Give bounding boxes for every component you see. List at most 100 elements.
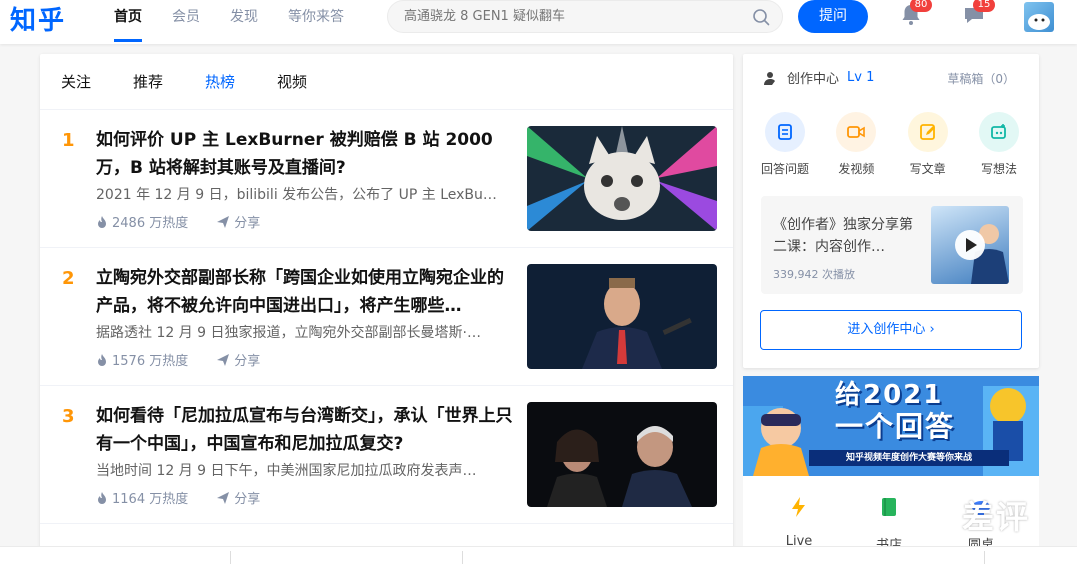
- search-icon[interactable]: [752, 8, 770, 26]
- hot-thumbnail-official[interactable]: [527, 264, 717, 369]
- post-video-button[interactable]: 发视频: [828, 112, 884, 177]
- creator-actions: 回答问题 发视频 写文章 写想法: [757, 112, 1027, 177]
- live-link[interactable]: Live: [769, 496, 829, 549]
- hot-thumbnail-nicaragua[interactable]: [527, 402, 717, 507]
- top-nav-bar: 知乎 首页 会员 发现 等你来答 提问 80 15: [0, 0, 1077, 44]
- tab-hot[interactable]: 热榜: [205, 54, 235, 109]
- answer-question-button[interactable]: 回答问题: [757, 112, 813, 177]
- article-icon: [907, 112, 948, 152]
- messages-button[interactable]: 15: [959, 0, 995, 32]
- creator-center-card: 创作中心 Lv 1 草稿箱（0） 回答问题 发视频 写文章 写想法 《创作者》独…: [743, 54, 1039, 368]
- share-button[interactable]: 分享: [216, 350, 260, 369]
- search-input[interactable]: [404, 1, 744, 32]
- hot-meta: 1164 万热度 分享: [96, 488, 260, 507]
- tab-follow[interactable]: 关注: [61, 54, 91, 109]
- messages-badge: 15: [973, 0, 995, 12]
- action-label: 写想法: [980, 162, 1017, 176]
- hot-title-link[interactable]: 如何评价 UP 主 LexBurner 被判赔偿 B 站 2000 万，B 站将…: [96, 126, 516, 182]
- hot-title-link[interactable]: 立陶宛外交部副部长称「跨国企业如使用立陶宛企业的产品，将不被允许向中国进出口」，…: [96, 264, 516, 320]
- promo-views: 339,942 次播放: [773, 268, 855, 281]
- hot-meta: 2486 万热度 分享: [96, 212, 260, 231]
- bottom-divider: [230, 551, 231, 564]
- cat-meme-image: [527, 126, 717, 231]
- flame-icon: [98, 353, 106, 366]
- nav-waiting[interactable]: 等你来答: [288, 0, 344, 44]
- lightning-icon: [792, 497, 805, 517]
- write-idea-button[interactable]: 写想法: [971, 112, 1027, 177]
- bottom-toolbar: [0, 546, 1077, 564]
- ask-question-button[interactable]: 提问: [798, 0, 868, 33]
- hot-rank: 2: [62, 268, 75, 289]
- enter-creator-center-button[interactable]: 进入创作中心 ›: [760, 310, 1022, 350]
- hot-excerpt: 2021 年 12 月 9 日，bilibili 发布公告，公布了 UP 主 L…: [96, 187, 497, 203]
- answer-icon: [765, 112, 805, 152]
- drafts-link[interactable]: 草稿箱（0）: [947, 70, 1015, 87]
- share-icon: [217, 353, 230, 366]
- heat-indicator: 2486 万热度: [96, 212, 188, 231]
- action-label: 发视频: [838, 162, 875, 176]
- banner-line2: 一个回答: [835, 410, 956, 443]
- hot-feed-card: 关注 推荐 热榜 视频 1 如何评价 UP 主 LexBurner 被判赔偿 B…: [40, 54, 733, 564]
- hot-thumbnail-cat[interactable]: [527, 126, 717, 231]
- notifications-badge: 80: [910, 0, 932, 12]
- action-label: 写文章: [909, 162, 946, 176]
- heat-indicator: 1576 万热度: [96, 350, 188, 369]
- notifications-button[interactable]: 80: [896, 0, 932, 32]
- video-icon: [836, 112, 877, 152]
- promo-title: 《创作者》独家分享第二课：内容创作…: [773, 217, 913, 255]
- user-avatar[interactable]: [1024, 2, 1054, 32]
- hot-rank: 3: [62, 406, 75, 427]
- avatar-image: [1028, 14, 1050, 30]
- share-label: 分享: [234, 216, 261, 231]
- hot-meta: 1576 万热度 分享: [96, 350, 260, 369]
- nav-home[interactable]: 首页: [114, 0, 142, 44]
- hot-excerpt: 据路透社 12 月 9 日独家报道，立陶宛外交部副部长曼塔斯·…: [96, 325, 481, 341]
- heat-count: 1164 万热度: [112, 492, 189, 507]
- heat-count: 2486 万热度: [112, 216, 189, 231]
- share-label: 分享: [234, 492, 261, 507]
- hot-excerpt: 当地时间 12 月 9 日下午，中美洲国家尼加拉瓜政府发表声…: [96, 463, 477, 479]
- banner-strip: 知乎视频年度创作大赛等你来战: [809, 450, 1009, 466]
- heat-count: 1576 万热度: [112, 354, 189, 369]
- flame-icon: [98, 215, 106, 228]
- creator-level[interactable]: Lv 1: [847, 70, 874, 85]
- nav-discover[interactable]: 发现: [230, 0, 258, 44]
- action-label: 回答问题: [760, 162, 809, 176]
- creator-user-icon: [764, 71, 775, 85]
- creator-title[interactable]: 创作中心: [787, 68, 839, 87]
- hot-list-item[interactable]: 3 如何看待「尼加拉瓜宣布与台湾断交」，承认「世界上只有一个中国」，中国宣布和尼…: [40, 386, 733, 524]
- share-icon: [217, 491, 230, 504]
- book-icon: [882, 498, 896, 516]
- creator-header: 创作中心 Lv 1: [763, 68, 874, 87]
- nav-vip[interactable]: 会员: [172, 0, 200, 44]
- share-button[interactable]: 分享: [216, 212, 260, 231]
- play-icon[interactable]: [955, 230, 985, 260]
- hot-list-item[interactable]: 2 立陶宛外交部副部长称「跨国企业如使用立陶宛企业的产品，将不被允许向中国进出口…: [40, 248, 733, 386]
- feed-tabs: 关注 推荐 热榜 视频: [40, 54, 733, 110]
- hot-list-item[interactable]: 1 如何评价 UP 主 LexBurner 被判赔偿 B 站 2000 万，B …: [40, 110, 733, 248]
- flame-icon: [98, 491, 106, 504]
- nicaragua-photo-image: [527, 402, 717, 507]
- share-label: 分享: [234, 354, 261, 369]
- zhihu-logo[interactable]: 知乎: [10, 0, 66, 36]
- heat-indicator: 1164 万热度: [96, 488, 188, 507]
- banner-line1: 给2021: [835, 380, 944, 410]
- hot-rank: 1: [62, 130, 75, 151]
- official-photo-image: [527, 264, 717, 369]
- hot-title-link[interactable]: 如何看待「尼加拉瓜宣布与台湾断交」，承认「世界上只有一个中国」，中国宣布和尼加拉…: [96, 402, 516, 458]
- idea-icon: [978, 112, 1019, 152]
- search-box: [387, 0, 783, 33]
- tab-recommend[interactable]: 推荐: [133, 54, 163, 109]
- tab-video[interactable]: 视频: [277, 54, 307, 109]
- watermark-text: 差评: [962, 498, 1031, 536]
- share-button[interactable]: 分享: [216, 488, 260, 507]
- bottom-divider: [462, 551, 463, 564]
- promo-video-thumbnail[interactable]: [931, 206, 1009, 284]
- main-nav: 首页 会员 发现 等你来答: [114, 0, 374, 44]
- bottom-divider: [984, 551, 985, 564]
- creator-promo[interactable]: 《创作者》独家分享第二课：内容创作… 339,942 次播放: [761, 196, 1023, 294]
- bookstore-link[interactable]: 书店: [859, 496, 919, 553]
- campaign-banner[interactable]: 给2021 一个回答 知乎视频年度创作大赛等你来战: [743, 376, 1039, 476]
- write-article-button[interactable]: 写文章: [900, 112, 956, 177]
- share-icon: [217, 215, 230, 228]
